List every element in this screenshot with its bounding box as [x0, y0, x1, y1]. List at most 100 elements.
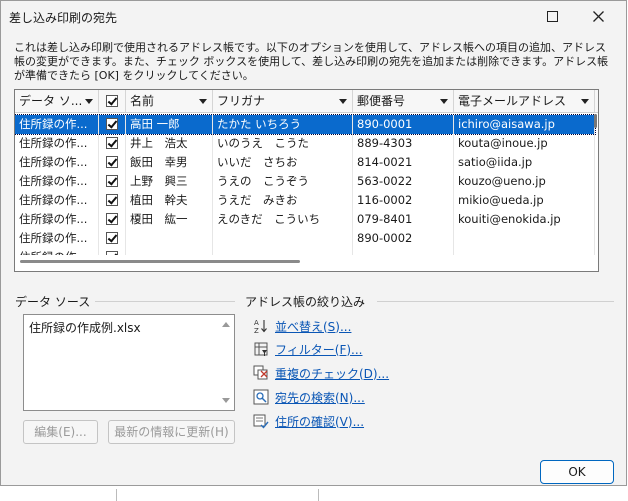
table-row[interactable]: 住所録の作... 高田 一郎 たかた いちろう 890-0001 ichiro@aisa… [15, 114, 596, 135]
table-row[interactable]: 住所録の作... 植田 幹夫 うえだ みきお 116-0002 mikio@ueda.j… [15, 191, 595, 210]
column-header-email[interactable]: 電子メールアドレス [454, 90, 595, 112]
recipient-checkbox[interactable] [106, 213, 118, 225]
recipient-checkbox[interactable] [106, 156, 118, 168]
sort-link[interactable]: AZ 並べ替え(S)... [253, 316, 351, 336]
table-cell-kana[interactable]: いいだ さちお [213, 153, 353, 172]
table-cell-kana[interactable] [213, 229, 353, 248]
table-cell-zip[interactable]: 079-8401 [353, 210, 454, 229]
table-cell-zip[interactable]: 889-4303 [353, 134, 454, 153]
action-label[interactable]: 重複のチェック(D)... [275, 365, 389, 382]
table-cell-kana[interactable]: えのきだ こういち [213, 210, 353, 229]
scroll-up-icon[interactable] [222, 322, 230, 327]
table-cell-source[interactable]: 住所録の作... [15, 191, 99, 210]
data-source-list[interactable]: 住所録の作成例.xlsx [23, 314, 235, 411]
filter-icon [253, 341, 269, 357]
edit-button[interactable]: 編集(E)... [23, 420, 98, 444]
table-cell-name[interactable] [126, 229, 213, 248]
close-button[interactable] [583, 5, 613, 27]
table-cell-source[interactable]: 住所録の作... [15, 229, 99, 248]
table-cell-name[interactable]: 植田 幹夫 [126, 191, 213, 210]
recipient-checkbox[interactable] [106, 137, 118, 149]
table-cell-source[interactable]: 住所録の作... [15, 134, 99, 153]
row-checkbox-cell[interactable] [99, 134, 126, 153]
dropdown-arrow-icon[interactable] [339, 99, 347, 104]
column-header-kana[interactable]: フリガナ [213, 90, 353, 112]
scrollbar-thumb[interactable] [594, 114, 597, 128]
column-header-zip[interactable]: 郵便番号 [353, 90, 454, 112]
table-cell-source[interactable]: 住所録の作... [15, 115, 99, 134]
table-cell-name[interactable]: 井上 浩太 [126, 134, 213, 153]
action-label[interactable]: フィルター(F)... [275, 341, 362, 358]
table-cell-email[interactable]: kouiti@enokida.jp [454, 210, 595, 229]
row-checkbox-cell[interactable] [99, 191, 126, 210]
recipient-checkbox[interactable] [106, 175, 118, 187]
find-recipient-link[interactable]: 宛先の検索(N)... [253, 387, 365, 407]
data-source-item[interactable]: 住所録の作成例.xlsx [29, 319, 141, 336]
table-cell-name[interactable]: 榎田 紘一 [126, 210, 213, 229]
column-header-label: 名前 [130, 94, 155, 108]
table-cell-email[interactable]: kouta@inoue.jp [454, 134, 595, 153]
group-divider [377, 301, 614, 302]
table-cell-kana[interactable]: たかた いちろう [213, 115, 353, 134]
table-cell-zip[interactable]: 116-0002 [353, 191, 454, 210]
group-divider [95, 301, 235, 302]
row-checkbox-cell[interactable] [99, 229, 126, 248]
horizontal-scrollbar[interactable] [15, 255, 598, 271]
table-cell-kana[interactable]: いのうえ こうた [213, 134, 353, 153]
select-all-checkbox[interactable] [106, 95, 118, 107]
row-checkbox-cell[interactable] [99, 210, 126, 229]
table-cell-email[interactable] [454, 229, 595, 248]
maximize-button[interactable] [537, 5, 567, 27]
row-checkbox-cell[interactable] [99, 153, 126, 172]
dropdown-arrow-icon[interactable] [199, 99, 207, 104]
recipient-checkbox[interactable] [106, 232, 118, 244]
vertical-scrollbar[interactable] [593, 112, 598, 252]
table-cell-kana[interactable]: うえだ みきお [213, 191, 353, 210]
scrollbar-thumb[interactable] [20, 260, 300, 263]
table-cell-email[interactable]: kouzo@ueno.jp [454, 172, 595, 191]
table-cell-name[interactable]: 高田 一郎 [126, 115, 213, 134]
recipient-checkbox[interactable] [106, 194, 118, 206]
table-cell-zip[interactable]: 563-0022 [353, 172, 454, 191]
table-cell-email[interactable]: ichiro@aisawa.jp [454, 115, 595, 134]
dropdown-arrow-icon[interactable] [85, 99, 93, 104]
table-cell-source[interactable]: 住所録の作... [15, 210, 99, 229]
row-checkbox-cell[interactable] [99, 115, 126, 134]
table-cell-zip[interactable]: 890-0002 [353, 229, 454, 248]
dropdown-arrow-icon[interactable] [440, 99, 448, 104]
table-cell-zip[interactable]: 814-0021 [353, 153, 454, 172]
column-header-label: 電子メールアドレス [458, 94, 567, 108]
ok-button[interactable]: OK [540, 460, 614, 484]
dropdown-arrow-icon[interactable] [581, 99, 589, 104]
table-cell-zip[interactable]: 890-0001 [353, 115, 454, 134]
table-row[interactable]: 住所録の作... 上野 興三 うえの こうぞう 563-0022 kouzo@ueno.… [15, 172, 595, 191]
validate-address-link[interactable]: 住所の確認(V)... [253, 411, 364, 431]
table-row[interactable]: 住所録の作... 890-0002 [15, 229, 595, 248]
column-header-checkbox[interactable] [99, 90, 126, 112]
table-cell-kana[interactable]: うえの こうぞう [213, 172, 353, 191]
table-cell-source[interactable]: 住所録の作... [15, 153, 99, 172]
column-header-name[interactable]: 名前 [126, 90, 213, 112]
scroll-down-icon[interactable] [222, 398, 230, 403]
maximize-icon [546, 10, 558, 22]
recipient-checkbox[interactable] [106, 118, 118, 130]
table-cell-email[interactable]: mikio@ueda.jp [454, 191, 595, 210]
filter-link[interactable]: フィルター(F)... [253, 339, 362, 359]
action-label[interactable]: 住所の確認(V)... [275, 413, 364, 430]
table-row[interactable]: 住所録の作... 榎田 紘一 えのきだ こういち 079-8401 kouiti@eno… [15, 210, 595, 229]
close-icon [592, 10, 604, 22]
action-label[interactable]: 宛先の検索(N)... [275, 389, 365, 406]
table-row[interactable]: 住所録の作... 飯田 幸男 いいだ さちお 814-0021 satio@iida.j… [15, 153, 595, 172]
table-cell-name[interactable]: 上野 興三 [126, 172, 213, 191]
table-cell-source[interactable]: 住所録の作... [15, 172, 99, 191]
list-scrollbar[interactable] [218, 315, 234, 410]
table-cell-name[interactable]: 飯田 幸男 [126, 153, 213, 172]
action-label[interactable]: 並べ替え(S)... [275, 318, 351, 335]
column-header-source[interactable]: データ ソ... [15, 90, 99, 112]
recipients-grid[interactable]: データ ソ... 名前 フリガナ 郵便番号 電子メールアドレス 住所録の作...… [14, 89, 599, 272]
table-row[interactable]: 住所録の作... 井上 浩太 いのうえ こうた 889-4303 kouta@inoue… [15, 134, 595, 153]
row-checkbox-cell[interactable] [99, 172, 126, 191]
table-cell-email[interactable]: satio@iida.jp [454, 153, 595, 172]
refresh-button[interactable]: 最新の情報に更新(H) [108, 420, 235, 444]
duplicate-check-link[interactable]: 重複のチェック(D)... [253, 363, 389, 383]
